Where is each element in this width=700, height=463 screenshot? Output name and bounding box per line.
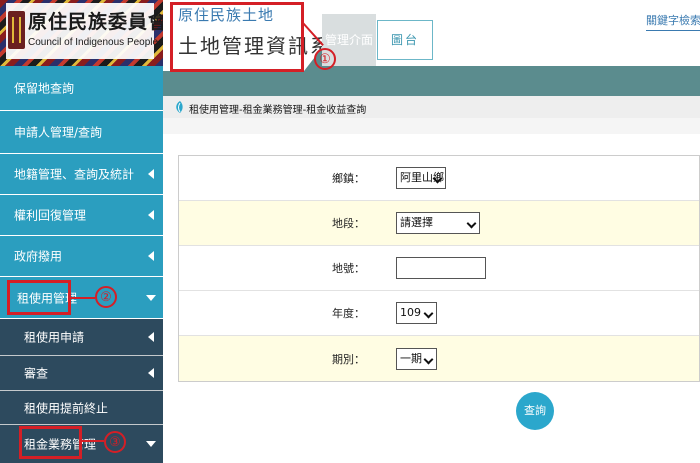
form-value-cell: 109 bbox=[396, 291, 699, 335]
sidebar-item-government-allocation[interactable]: 政府撥用 bbox=[0, 236, 163, 277]
sidebar-subitem-review[interactable]: 審查 bbox=[0, 356, 163, 391]
form-row-township: 鄉鎮： 阿里山鄉 bbox=[179, 156, 699, 201]
form-row-land-number: 地號： bbox=[179, 246, 699, 291]
sidebar-item-rights-restoration[interactable]: 權利回復管理 bbox=[0, 195, 163, 236]
logo-title-en: Council of Indigenous Peoples bbox=[28, 37, 163, 48]
system-title: 原住民族土地 土地管理資訊系統 bbox=[168, 0, 352, 72]
sidebar-subitem-rent-business-management[interactable]: 租金業務管理 bbox=[0, 425, 163, 463]
sidebar-item-cadastral-management[interactable]: 地籍管理、查詢及統計 bbox=[0, 154, 163, 195]
annotation-marker-1: ① bbox=[314, 48, 336, 70]
logo-seal-icon bbox=[8, 11, 25, 49]
sidebar-item-label: 權利回復管理 bbox=[14, 208, 87, 223]
caret-left-icon bbox=[148, 368, 154, 378]
sidebar-item-label: 租使用申請 bbox=[24, 330, 85, 345]
section-label: 地段： bbox=[332, 217, 365, 230]
query-button[interactable]: 查詢 bbox=[516, 392, 554, 430]
annotation-marker-2: ② bbox=[95, 286, 117, 308]
caret-left-icon bbox=[148, 332, 154, 342]
land-number-label: 地號： bbox=[332, 262, 365, 275]
chevron-down-icon bbox=[466, 218, 477, 229]
chevron-down-icon bbox=[423, 308, 434, 319]
year-label: 年度： bbox=[332, 307, 365, 320]
caret-left-icon bbox=[148, 251, 154, 261]
section-select-value: 請選擇 bbox=[400, 216, 433, 229]
caret-left-icon bbox=[148, 169, 154, 179]
caret-down-icon bbox=[146, 441, 156, 447]
sidebar-item-label: 租金業務管理 bbox=[24, 437, 97, 452]
form-value-cell: 請選擇 bbox=[396, 201, 699, 245]
breadcrumb: 租使用管理-租金業務管理-租金收益查詢 bbox=[189, 105, 367, 116]
system-title-line1: 原住民族土地 bbox=[178, 6, 275, 24]
logo[interactable]: 原住民族委員會 Council of Indigenous Peoples bbox=[0, 0, 163, 66]
form-row-section: 地段： 請選擇 bbox=[179, 201, 699, 246]
township-select[interactable]: 阿里山鄉 bbox=[396, 167, 446, 189]
sidebar-item-applicant-management[interactable]: 申請人管理/查詢 bbox=[0, 111, 163, 154]
sidebar-item-label: 審查 bbox=[24, 366, 49, 381]
sidebar-item-label: 租使用提前終止 bbox=[24, 401, 109, 415]
chevron-down-icon bbox=[423, 354, 434, 364]
form-row-year: 年度： 109 bbox=[179, 291, 699, 336]
caret-down-icon bbox=[146, 294, 156, 301]
leaf-icon bbox=[176, 101, 183, 113]
period-label: 期別： bbox=[332, 352, 365, 366]
sidebar-subitem-early-termination[interactable]: 租使用提前終止 bbox=[0, 391, 163, 425]
breadcrumb-shadow bbox=[163, 118, 700, 134]
form-value-cell: 一期 bbox=[396, 336, 699, 381]
period-select-value: 一期 bbox=[400, 351, 422, 365]
form-row-period: 期別： 一期 bbox=[179, 336, 699, 381]
logo-panel: 原住民族委員會 Council of Indigenous Peoples bbox=[6, 3, 163, 59]
sidebar-item-label: 保留地查詢 bbox=[14, 81, 75, 96]
period-select[interactable]: 一期 bbox=[396, 347, 437, 370]
sidebar-subitem-lease-application[interactable]: 租使用申請 bbox=[0, 319, 163, 356]
logo-title-zh: 原住民族委員會 bbox=[28, 11, 163, 33]
land-number-input[interactable] bbox=[396, 257, 486, 279]
form-value-cell: 阿里山鄉 bbox=[396, 156, 699, 200]
year-select[interactable]: 109 bbox=[396, 302, 437, 324]
caret-left-icon bbox=[148, 210, 154, 220]
form-value-cell bbox=[396, 246, 699, 290]
sidebar-item-label: 租使用管理 bbox=[17, 291, 78, 305]
sidebar-item-label: 地籍管理、查詢及統計 bbox=[14, 167, 135, 182]
year-select-value: 109 bbox=[400, 306, 421, 319]
tab-map-platform[interactable]: 圖台 bbox=[377, 20, 433, 60]
sidebar-item-lease-management[interactable]: 租使用管理 bbox=[0, 277, 163, 319]
sidebar-item-reserved-land-query[interactable]: 保留地查詢 bbox=[0, 66, 163, 111]
annotation-marker-3: ③ bbox=[104, 431, 126, 453]
header-band bbox=[163, 71, 700, 96]
section-select[interactable]: 請選擇 bbox=[396, 212, 480, 234]
township-label: 鄉鎮： bbox=[332, 172, 365, 185]
rent-income-query-form: 鄉鎮： 阿里山鄉 地段： 請選擇 地號： 年度： 109 期別： 一期 bbox=[178, 155, 700, 382]
sidebar-item-label: 政府撥用 bbox=[14, 249, 63, 264]
sidebar-item-label: 申請人管理/查詢 bbox=[14, 125, 103, 140]
keyword-search-link[interactable]: 關鍵字檢索 bbox=[646, 12, 700, 31]
